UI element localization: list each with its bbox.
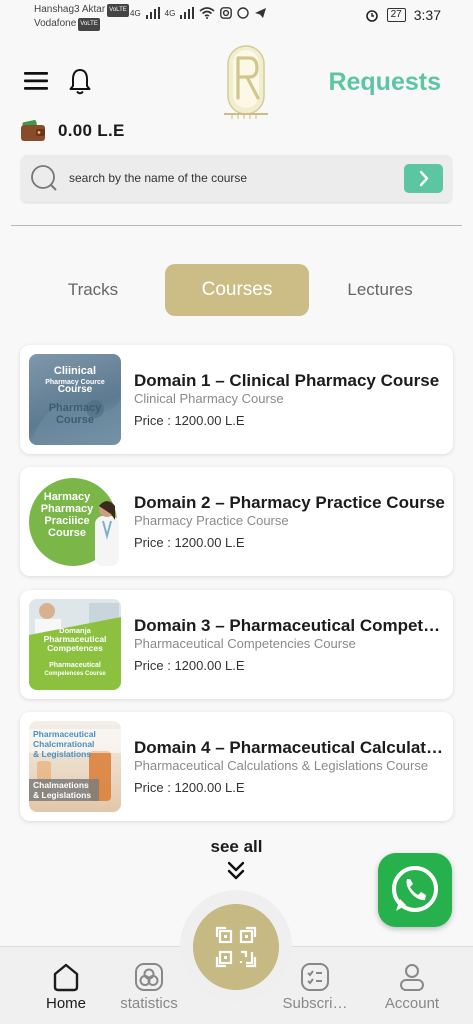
thumb-text: Pharmacy [41,503,94,515]
signal-icons: 4G 4G [130,7,267,19]
course-title: Domain 4 – Pharmaceutical Calculations &… [134,738,446,757]
thumb-text: & Legislations [33,790,91,800]
app-logo [224,45,268,119]
search-submit-button[interactable] [404,164,443,193]
thumb-text: Harmacy [44,491,91,503]
account-icon [400,964,424,991]
course-card-4[interactable]: Pharmaceutical Chalcmrational & Legislat… [20,712,453,821]
course-price: Price : 1200.00 L.E [134,535,245,550]
volte-badge: VoLTE [78,18,100,31]
course-subtitle: Pharmaceutical Calculations & Legislatio… [134,758,429,773]
divider [11,225,462,226]
statistics-icon [135,963,163,991]
course-thumbnail-art: Domanja Pharmaceutical Competences Pharm… [29,599,121,690]
battery-indicator: 27 [386,8,406,22]
search-icon [31,165,57,191]
course-price: Price : 1200.00 L.E [134,658,245,673]
qr-scan-button[interactable] [193,904,279,990]
system-status: 27 3:37 [365,7,441,23]
signal-icon [180,7,195,19]
wifi-icon [199,7,215,19]
thumb-text: Pharmaceutical [49,662,101,669]
nav-label: Account [384,995,440,1012]
network-type: 4G [130,8,141,18]
wallet-balance: 0.00 L.E [58,121,125,140]
network-type: 4G [164,8,176,18]
course-title: Domain 2 – Pharmacy Practice Course [134,493,445,512]
notification-bell-icon[interactable] [68,68,92,96]
course-card-1[interactable]: Cliinical Pharmacy Cource Course Pharmac… [20,345,453,454]
tab-lectures[interactable]: Lectures [308,264,452,316]
thumb-text: & Legislations [33,749,91,759]
carrier-info: Hanshag3 Aktar VoLTE Vodafone VoLTE [34,3,129,31]
nav-label: statistics [120,995,178,1012]
nav-home[interactable]: Home [21,961,111,1012]
course-thumbnail-art: Pharmaceutical Chalcmrational & Legislat… [29,729,121,801]
course-thumbnail: Pharmaceutical Chalcmrational & Legislat… [29,721,121,812]
course-thumbnail-art: Harmacy Pharmacy Praciiice Course [29,478,119,566]
course-card-3[interactable]: Domanja Pharmaceutical Competences Pharm… [20,590,453,699]
thumb-text: Competences [47,643,103,653]
course-price: Price : 1200.00 L.E [134,780,245,795]
volte-badge: VoLTE [107,4,129,17]
course-title: Domain 1 – Clinical Pharmacy Course [134,371,440,390]
thumb-text: Chalmaetions [33,780,89,790]
menu-icon[interactable] [24,70,50,92]
search-input[interactable] [69,167,389,189]
requests-link[interactable]: Requests [328,68,441,97]
thumb-text: Praciiice [44,515,89,527]
subscriptions-icon [301,963,329,991]
course-thumbnail-art: Cliinical Pharmacy Cource Course Pharmac… [29,365,121,445]
thumb-text: Pharmaceutical [33,729,96,739]
home-icon [53,963,79,992]
thumb-text: Course [56,414,94,426]
tab-courses[interactable]: Courses [165,264,309,316]
search-bar [21,155,452,202]
status-bar: Hanshag3 Aktar VoLTE Vodafone VoLTE 4G 4G … [0,0,473,34]
course-thumbnail: Domanja Pharmaceutical Competences Pharm… [29,599,121,690]
course-card-2[interactable]: Harmacy Pharmacy Praciiice Course Domain… [20,467,453,576]
telegram-icon [255,8,267,18]
thumb-text: Compelences Course [44,671,106,677]
clock: 3:37 [413,7,441,23]
thumb-text: Course [58,384,93,395]
carrier-2: Vodafone [34,18,77,29]
instagram-icon [220,7,233,19]
alarm-icon [365,10,378,22]
signal-icon [145,7,160,19]
chevron-double-down-icon[interactable] [226,860,246,882]
thumb-text: Chalcmrational [33,739,94,749]
thumb-text: Pharmacy [49,402,102,414]
course-title: Domain 3 – Pharmaceutical Competencies C… [134,616,446,635]
carrier-1: Hanshag3 Aktar [34,4,106,15]
course-thumbnail: Harmacy Pharmacy Praciiice Course [29,476,121,567]
thumb-text: Course [48,527,86,539]
nav-account[interactable]: Account [367,961,457,1012]
nav-statistics[interactable]: statistics [104,961,194,1012]
tab-tracks[interactable]: Tracks [21,264,165,316]
nav-label: Subscri… [282,995,348,1012]
course-subtitle: Clinical Pharmacy Course [134,391,284,406]
course-subtitle: Pharmaceutical Competencies Course [134,636,356,651]
nav-label: Home [45,995,86,1012]
whatsapp-button[interactable] [378,853,452,927]
thumb-text: Cliinical [54,365,96,377]
whatsapp-status-icon [237,7,250,19]
course-thumbnail: Cliinical Pharmacy Cource Course Pharmac… [29,354,121,445]
course-subtitle: Pharmacy Practice Course [134,513,289,528]
course-price: Price : 1200.00 L.E [134,413,245,428]
wallet-icon [21,120,45,141]
